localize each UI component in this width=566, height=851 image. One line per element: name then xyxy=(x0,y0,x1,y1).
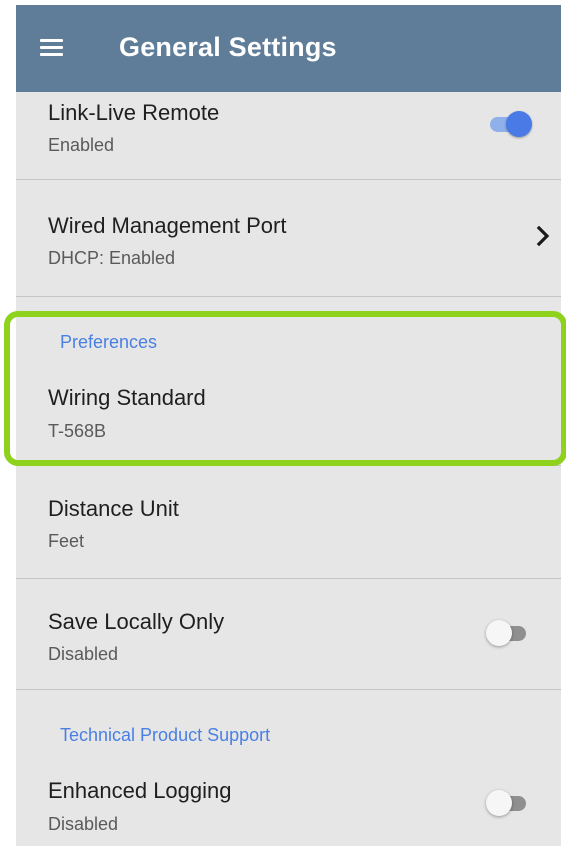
setting-wiring-standard[interactable]: Preferences Wiring Standard T-568B xyxy=(16,297,561,466)
settings-list: Link-Live Remote Enabled Wired Managemen… xyxy=(16,92,561,846)
setting-subtitle: DHCP: Enabled xyxy=(48,248,176,268)
setting-link-live-remote[interactable]: Link-Live Remote Enabled xyxy=(16,92,561,180)
settings-screen: General Settings Link-Live Remote Enable… xyxy=(16,5,561,846)
app-bar: General Settings xyxy=(16,5,561,92)
setting-wired-management-port[interactable]: Wired Management Port DHCP: Enabled xyxy=(16,180,561,297)
section-header-technical-product-support: Technical Product Support xyxy=(60,725,271,745)
setting-title: Save Locally Only xyxy=(48,609,225,634)
setting-title: Enhanced Logging xyxy=(48,778,232,803)
save-locally-only-toggle[interactable] xyxy=(486,618,528,648)
setting-subtitle: Disabled xyxy=(48,644,119,664)
enhanced-logging-toggle[interactable] xyxy=(486,788,528,818)
setting-subtitle: Enabled xyxy=(48,135,115,155)
section-header-preferences: Preferences xyxy=(60,332,158,352)
setting-subtitle: T-568B xyxy=(48,421,107,441)
link-live-remote-toggle[interactable] xyxy=(488,109,532,139)
hamburger-menu-icon[interactable] xyxy=(40,38,66,58)
setting-title: Wired Management Port xyxy=(48,213,287,238)
setting-subtitle: Feet xyxy=(48,531,85,551)
setting-distance-unit[interactable]: Distance Unit Feet xyxy=(16,466,561,579)
setting-title: Wiring Standard xyxy=(48,385,206,410)
setting-enhanced-logging[interactable]: Technical Product Support Enhanced Loggi… xyxy=(16,690,561,846)
setting-title: Link-Live Remote xyxy=(48,100,220,125)
page-title: General Settings xyxy=(119,32,337,62)
setting-subtitle: Disabled xyxy=(48,814,119,834)
setting-title: Distance Unit xyxy=(48,496,179,521)
setting-save-locally-only[interactable]: Save Locally Only Disabled xyxy=(16,579,561,690)
chevron-right-icon[interactable] xyxy=(536,225,550,247)
